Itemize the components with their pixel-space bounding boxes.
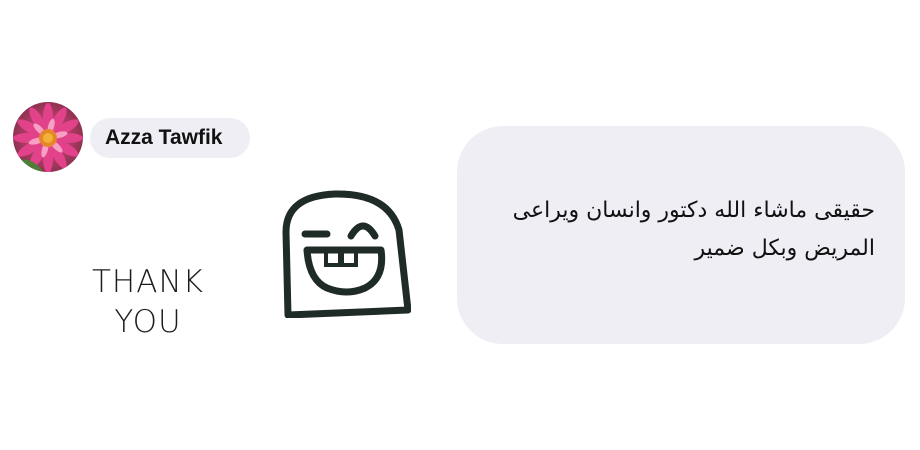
grinning-face-icon	[282, 190, 411, 318]
thank-you-line1: THANK	[92, 264, 204, 300]
comment-bubble[interactable]: حقيقى ماشاء الله دكتور وانسان ويراعى الم…	[457, 126, 905, 344]
flower-avatar-icon	[13, 102, 83, 172]
avatar[interactable]	[13, 102, 83, 172]
author-name-pill[interactable]: Azza Tawfik	[90, 118, 251, 158]
thank-you-line2: YOU	[114, 304, 182, 340]
thank-you-sticker-text: THANK YOU	[62, 262, 234, 342]
sticker-face	[281, 188, 411, 318]
comment-text: حقيقى ماشاء الله دكتور وانسان ويراعى الم…	[512, 198, 875, 261]
author-name[interactable]: Azza Tawfik	[105, 126, 222, 150]
